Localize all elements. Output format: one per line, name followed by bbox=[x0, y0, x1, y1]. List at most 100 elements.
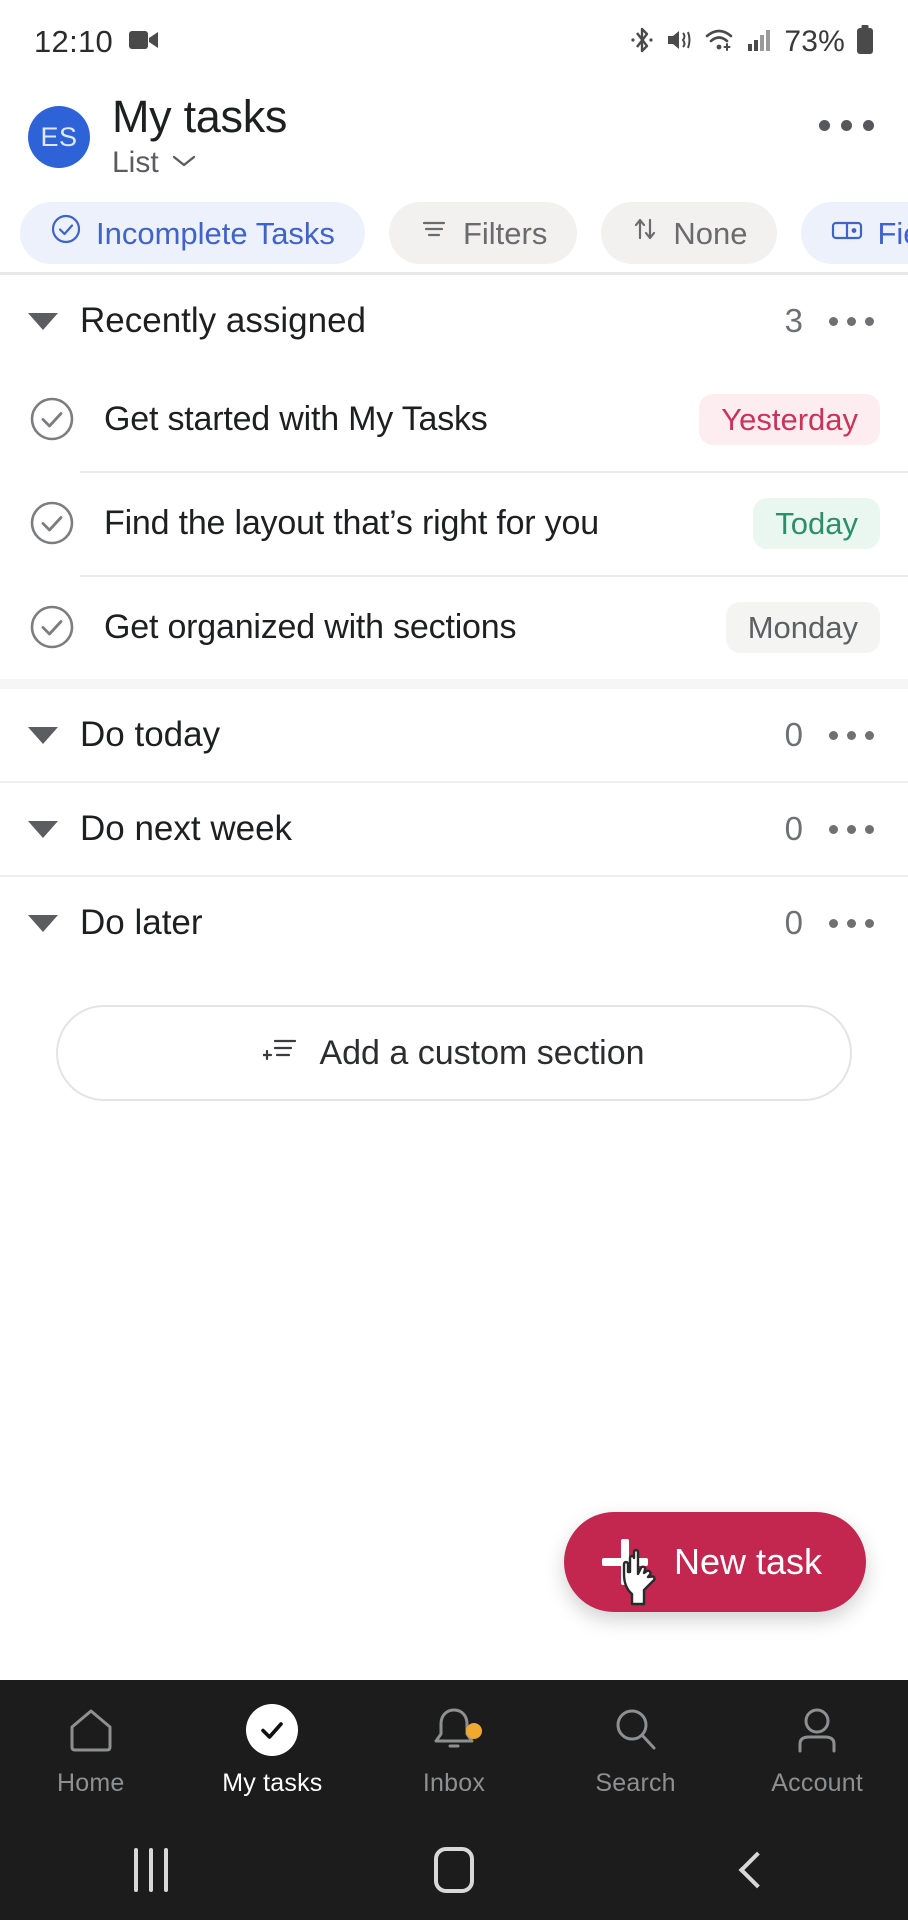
dot bbox=[863, 120, 874, 131]
task-due-badge[interactable]: Today bbox=[753, 497, 880, 549]
section-count: 0 bbox=[784, 904, 803, 941]
dot bbox=[865, 316, 874, 326]
add-section-container: Add a custom section bbox=[0, 969, 908, 1101]
dot bbox=[865, 730, 874, 740]
section-header-recently-assigned[interactable]: Recently assigned 3 bbox=[0, 275, 908, 367]
status-bar: 12:10 73% bbox=[0, 0, 908, 84]
avatar[interactable]: ES bbox=[28, 106, 90, 168]
task-due-badge[interactable]: Yesterday bbox=[699, 393, 880, 445]
sort-icon bbox=[631, 214, 659, 252]
chip-sort[interactable]: None bbox=[601, 202, 778, 264]
active-indicator bbox=[246, 1703, 299, 1756]
dot bbox=[847, 730, 856, 740]
dot bbox=[847, 316, 856, 326]
nav-label: Inbox bbox=[422, 1768, 486, 1797]
chevron-left-icon bbox=[738, 1851, 776, 1889]
dot bbox=[847, 824, 856, 834]
section-header-do-next-week[interactable]: Do next week 0 bbox=[0, 783, 908, 875]
section-overflow-button[interactable] bbox=[829, 824, 874, 834]
search-icon bbox=[609, 1703, 663, 1757]
plus-icon bbox=[601, 1539, 648, 1585]
nav-label: Home bbox=[57, 1768, 125, 1797]
header-overflow-button[interactable] bbox=[819, 120, 874, 131]
section-overflow-button[interactable] bbox=[829, 316, 874, 326]
view-switcher[interactable]: List bbox=[112, 146, 287, 180]
section-meta: 0 bbox=[785, 904, 874, 942]
section-title: Do today bbox=[80, 715, 221, 754]
home-icon bbox=[64, 1703, 118, 1757]
chip-label: None bbox=[673, 215, 748, 251]
table-row[interactable]: Find the layout that’s right for you Tod… bbox=[0, 471, 908, 575]
caret-down-icon[interactable] bbox=[28, 312, 58, 330]
task-complete-checkbox[interactable] bbox=[28, 603, 76, 651]
nav-label: My tasks bbox=[222, 1768, 323, 1797]
task-complete-checkbox[interactable] bbox=[28, 395, 76, 443]
nav-item-inbox[interactable]: Inbox bbox=[363, 1703, 545, 1798]
table-row[interactable]: Get organized with sections Monday bbox=[0, 575, 908, 679]
task-list: Recently assigned 3 Get started with My … bbox=[0, 275, 908, 1680]
status-bar-right: 73% bbox=[630, 24, 874, 60]
section-overflow-button[interactable] bbox=[829, 918, 874, 928]
task-complete-checkbox[interactable] bbox=[28, 499, 76, 547]
bottom-navigation: Home My tasks Inbox Search Account bbox=[0, 1680, 908, 1820]
recents-button[interactable] bbox=[0, 1848, 303, 1892]
bluetooth-icon bbox=[630, 25, 654, 60]
dot bbox=[829, 918, 838, 928]
section-count: 0 bbox=[784, 716, 803, 753]
chip-filters[interactable]: Filters bbox=[388, 202, 578, 264]
section-overflow-button[interactable] bbox=[829, 730, 874, 740]
section-meta: 0 bbox=[785, 716, 874, 754]
add-section-icon bbox=[262, 1033, 299, 1074]
dot bbox=[841, 120, 852, 131]
nav-item-search[interactable]: Search bbox=[545, 1703, 727, 1798]
table-row[interactable]: Get started with My Tasks Yesterday bbox=[0, 367, 908, 471]
nav-item-home[interactable]: Home bbox=[0, 1703, 182, 1798]
chip-label: Fiel bbox=[877, 215, 908, 251]
section-header-do-later[interactable]: Do later 0 bbox=[0, 877, 908, 969]
header-title-group: My tasks List bbox=[112, 91, 288, 180]
section-count: 0 bbox=[784, 810, 803, 847]
home-button[interactable] bbox=[303, 1847, 606, 1893]
fields-icon bbox=[831, 215, 863, 251]
filter-chip-bar[interactable]: Incomplete Tasks Filters None Fiel bbox=[0, 194, 908, 272]
section-title: Recently assigned bbox=[80, 301, 366, 340]
cellular-signal-icon bbox=[747, 28, 773, 57]
nav-item-my-tasks[interactable]: My tasks bbox=[182, 1703, 364, 1798]
dot bbox=[819, 120, 830, 131]
chip-fields[interactable]: Fiel bbox=[801, 202, 908, 264]
dot bbox=[829, 824, 838, 834]
recents-icon bbox=[134, 1848, 169, 1892]
bar bbox=[164, 1848, 169, 1892]
view-label: List bbox=[112, 146, 159, 180]
bar bbox=[149, 1848, 154, 1892]
new-task-button[interactable]: New task bbox=[563, 1512, 866, 1612]
dot bbox=[865, 918, 874, 928]
android-system-nav bbox=[0, 1820, 908, 1920]
page-title: My tasks bbox=[112, 91, 288, 142]
app-header: ES My tasks List bbox=[0, 84, 908, 194]
section-meta: 0 bbox=[785, 810, 874, 848]
section-meta: 3 bbox=[785, 302, 874, 340]
caret-down-icon[interactable] bbox=[28, 914, 58, 932]
chip-label: Incomplete Tasks bbox=[96, 215, 335, 251]
wifi-icon bbox=[704, 27, 736, 58]
dot bbox=[829, 730, 838, 740]
back-button[interactable] bbox=[605, 1851, 908, 1889]
chip-incomplete-tasks[interactable]: Incomplete Tasks bbox=[20, 202, 365, 264]
task-due-badge[interactable]: Monday bbox=[725, 601, 880, 653]
mute-vibrate-icon bbox=[665, 26, 693, 59]
video-recording-icon bbox=[129, 29, 159, 56]
dot bbox=[847, 918, 856, 928]
nav-item-account[interactable]: Account bbox=[726, 1703, 908, 1798]
caret-down-icon[interactable] bbox=[28, 726, 58, 744]
section-title: Do later bbox=[80, 903, 203, 942]
status-bar-left: 12:10 bbox=[34, 24, 159, 60]
dot bbox=[829, 316, 838, 326]
nav-label: Account bbox=[771, 1768, 864, 1797]
task-title: Find the layout that’s right for you bbox=[104, 503, 599, 542]
section-count: 3 bbox=[784, 302, 803, 339]
section-header-do-today[interactable]: Do today 0 bbox=[0, 689, 908, 781]
app-screen: 12:10 73% ES My tasks List Incomplete Ta… bbox=[0, 0, 908, 1920]
add-custom-section-button[interactable]: Add a custom section bbox=[56, 1005, 852, 1101]
caret-down-icon[interactable] bbox=[28, 820, 58, 838]
